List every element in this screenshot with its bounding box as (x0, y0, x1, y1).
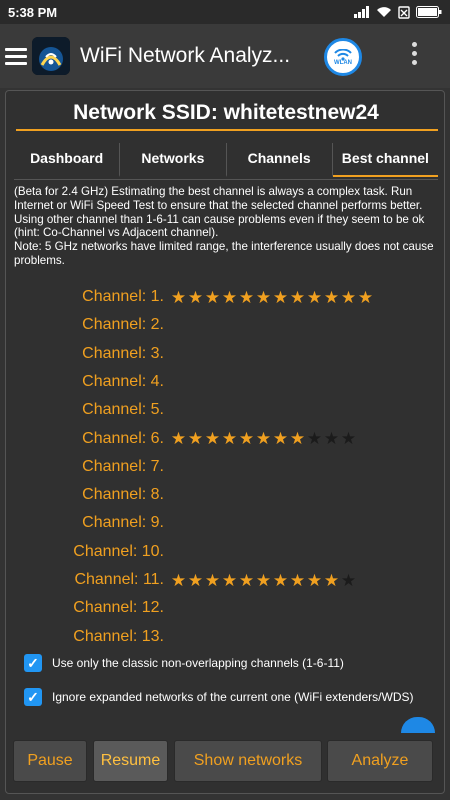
channel-label: Channel: 6. (82, 429, 164, 447)
show-networks-button[interactable]: Show networks (174, 740, 322, 782)
channel-row: Channel: 3. (6, 340, 446, 368)
star-icon: ★ (221, 287, 238, 307)
star-icon: ★ (306, 429, 323, 448)
wifi-status-icon (377, 7, 391, 17)
status-icons (354, 5, 442, 19)
star-icon: ★ (289, 570, 306, 590)
channel-row: Channel: 12. (6, 594, 446, 622)
star-icon: ★ (238, 570, 255, 590)
title-divider (16, 129, 438, 131)
status-time: 5:38 PM (8, 4, 58, 20)
channel-row: Channel: 11. ★ ★ ★ ★ ★ ★ ★ ★ ★ ★ ★ (6, 566, 446, 594)
star-icon: ★ (340, 287, 357, 307)
wlan-label: WLAN (334, 59, 352, 66)
star-icon: ★ (187, 287, 204, 307)
status-bar: 5:38 PM (0, 0, 450, 24)
channel-label: Channel: 5. (82, 401, 164, 419)
star-icon: ★ (170, 570, 187, 590)
channel-label: Channel: 12. (73, 599, 164, 617)
channel-row: Channel: 4. (6, 368, 446, 396)
channel-label: Channel: 2. (82, 316, 164, 334)
signal-bars-icon (354, 6, 369, 18)
option-label: Ignore expanded networks of the current … (52, 690, 414, 704)
resume-button[interactable]: Resume (93, 740, 168, 782)
channel-label: Channel: 7. (82, 457, 164, 475)
star-icon: ★ (204, 429, 221, 448)
star-icon: ★ (272, 570, 289, 590)
option-ignore-expanded[interactable]: ✓ Ignore expanded networks of the curren… (24, 685, 444, 709)
star-icon: ★ (306, 287, 323, 307)
star-icon: ★ (323, 287, 340, 307)
no-sim-icon (398, 5, 410, 19)
channel-label: Channel: 8. (82, 486, 164, 504)
star-icon: ★ (340, 429, 357, 448)
channel-rating: ★ ★ ★ ★ ★ ★ ★ ★ ★ ★ ★ (170, 430, 357, 447)
channel-row: Channel: 9. (6, 509, 446, 537)
channel-label: Channel: 11. (74, 571, 164, 588)
channel-rating: ★ ★ ★ ★ ★ ★ ★ ★ ★ ★ ★ ★ (170, 289, 374, 306)
network-ssid-title: Network SSID: whitetestnew24 (73, 101, 379, 124)
star-icon: ★ (255, 429, 272, 448)
star-icon: ★ (238, 429, 255, 448)
app-logo-icon (32, 37, 70, 75)
star-icon: ★ (204, 570, 221, 590)
star-icon: ★ (204, 287, 221, 307)
checkbox-non-overlapping[interactable]: ✓ (24, 654, 42, 672)
channel-label: Channel: 3. (82, 344, 164, 362)
star-icon: ★ (221, 429, 238, 448)
checkbox-ignore-expanded[interactable]: ✓ (24, 688, 42, 706)
star-icon: ★ (272, 287, 289, 307)
star-icon: ★ (170, 287, 187, 307)
option-label: Use only the classic non-overlapping cha… (52, 656, 344, 670)
best-channel-panel: Network SSID: whitetestnew24 Dashboard N… (5, 90, 445, 794)
channel-row: Channel: 2. (6, 311, 446, 339)
tabs-divider (14, 179, 438, 180)
star-icon: ★ (255, 570, 272, 590)
analyze-button[interactable]: Analyze (327, 740, 433, 782)
channel-row: Channel: 6. ★ ★ ★ ★ ★ ★ ★ ★ ★ ★ ★ (6, 425, 446, 453)
option-non-overlapping[interactable]: ✓ Use only the classic non-overlapping c… (24, 651, 444, 675)
star-icon: ★ (323, 429, 340, 448)
channel-rating: ★ ★ ★ ★ ★ ★ ★ ★ ★ ★ ★ (170, 572, 357, 589)
star-icon: ★ (289, 429, 306, 448)
overflow-menu-icon[interactable] (412, 42, 418, 65)
partial-fab-icon[interactable] (401, 717, 435, 733)
tab-bar: Dashboard Networks Channels Best channel (14, 143, 438, 177)
channel-label: Channel: 9. (82, 514, 164, 532)
channel-row: Channel: 1. ★ ★ ★ ★ ★ ★ ★ ★ ★ ★ ★ ★ (6, 283, 446, 311)
channel-row: Channel: 13. (6, 623, 446, 651)
star-icon: ★ (289, 287, 306, 307)
star-icon: ★ (272, 429, 289, 448)
app-bar: WiFi Network Analyz... WLAN (0, 24, 450, 88)
star-icon: ★ (255, 287, 272, 307)
star-icon: ★ (357, 287, 374, 307)
tab-best-channel[interactable]: Best channel (332, 143, 438, 177)
channel-label: Channel: 1. (82, 288, 164, 305)
channel-row: Channel: 8. (6, 481, 446, 509)
channel-row: Channel: 7. (6, 453, 446, 481)
star-icon: ★ (340, 570, 357, 590)
app-title: WiFi Network Analyz... (80, 44, 291, 67)
battery-icon (416, 6, 442, 18)
star-icon: ★ (306, 570, 323, 590)
star-icon: ★ (187, 570, 204, 590)
channel-label: Channel: 4. (82, 372, 164, 390)
star-icon: ★ (221, 570, 238, 590)
channel-label: Channel: 10. (73, 542, 164, 560)
info-text: (Beta for 2.4 GHz) Estimating the best c… (14, 185, 434, 267)
channel-row: Channel: 5. (6, 396, 446, 424)
star-icon: ★ (187, 429, 204, 448)
star-icon: ★ (323, 570, 340, 590)
pause-button[interactable]: Pause (13, 740, 87, 782)
channel-row: Channel: 10. (6, 538, 446, 566)
star-icon: ★ (238, 287, 255, 307)
bottom-button-bar: Pause Resume Show networks Analyze (0, 740, 450, 784)
channel-label: Channel: 13. (73, 627, 164, 645)
star-icon: ★ (170, 429, 187, 448)
tab-channels[interactable]: Channels (227, 143, 333, 177)
tab-dashboard[interactable]: Dashboard (14, 143, 121, 177)
tab-networks[interactable]: Networks (120, 143, 227, 177)
wlan-button[interactable]: WLAN (324, 38, 362, 76)
menu-icon[interactable] (5, 47, 27, 65)
